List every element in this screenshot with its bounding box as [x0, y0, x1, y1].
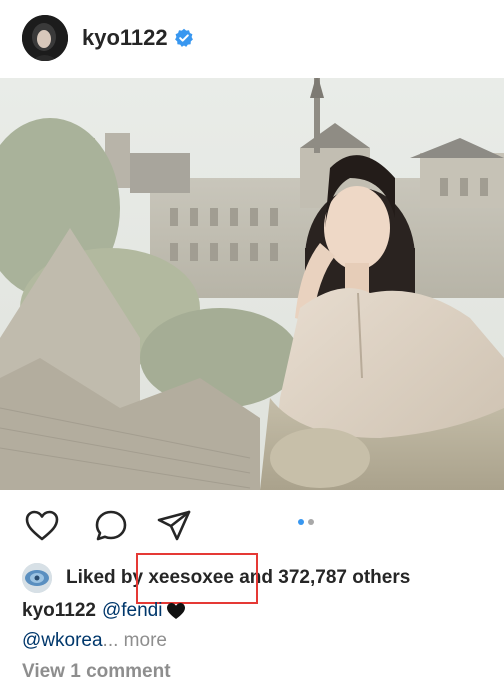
carousel-indicator	[298, 519, 314, 525]
carousel-dot	[308, 519, 314, 525]
caption-line: kyo1122 @fendi	[22, 600, 186, 622]
post-photo[interactable]	[0, 78, 504, 490]
likes-count[interactable]: 372,787	[278, 567, 347, 588]
black-heart-emoji-icon	[167, 603, 186, 619]
paper-plane-icon[interactable]	[156, 508, 192, 544]
caption-username[interactable]: kyo1122	[22, 600, 96, 622]
heart-outline-icon[interactable]	[24, 508, 60, 544]
post-actions-bar	[0, 504, 504, 544]
likes-suffix[interactable]: others	[347, 567, 410, 588]
liker-avatar[interactable]	[22, 563, 52, 593]
post-username-text[interactable]: kyo1122	[82, 25, 168, 51]
caption-more-link[interactable]: more	[118, 630, 167, 651]
comment-bubble-icon[interactable]	[93, 508, 129, 544]
carousel-dot-active	[298, 519, 304, 525]
view-comments-link[interactable]: View 1 comment	[22, 661, 171, 683]
verified-badge-icon	[174, 28, 193, 47]
post-header: kyo1122	[0, 0, 504, 78]
caption-line-2: @wkorea... more	[22, 630, 167, 652]
post-username[interactable]: kyo1122	[82, 25, 194, 51]
caption-mention-wkorea[interactable]: @wkorea	[22, 630, 103, 651]
caption-mention-fendi[interactable]: @fendi	[102, 600, 163, 622]
caption-ellipsis: ...	[102, 630, 119, 651]
profile-avatar[interactable]	[22, 15, 68, 61]
annotation-highlight-box	[136, 553, 258, 604]
